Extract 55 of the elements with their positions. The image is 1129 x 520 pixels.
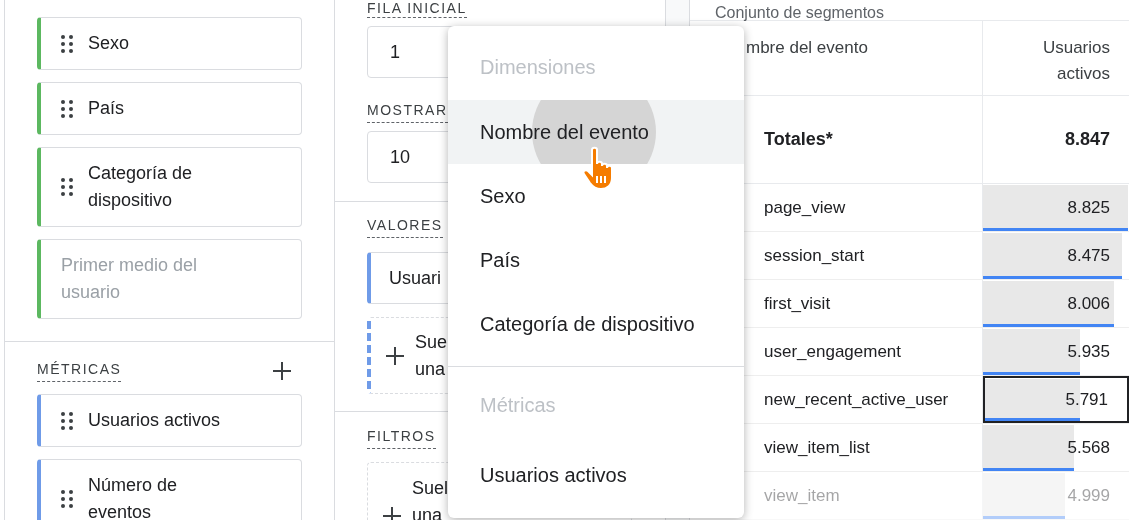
totals-label: Totales*: [764, 128, 833, 151]
table-cell-text: 8.475: [1067, 244, 1110, 267]
section-label: MÉTRICAS: [37, 359, 122, 382]
section-label: FILA INICIAL: [367, 0, 467, 18]
drag-handle-icon[interactable]: [61, 99, 73, 118]
section-label: VALORES: [367, 215, 443, 238]
table-cell-text: 5.935: [1067, 340, 1110, 363]
table-cell-text: page_view: [764, 196, 846, 219]
menu-section-header: Dimensiones: [480, 55, 596, 80]
value-cell[interactable]: 8.475: [983, 232, 1129, 279]
field-chip[interactable]: Usuarios activos: [37, 394, 302, 447]
drag-handle-icon[interactable]: [61, 411, 73, 430]
field-chip[interactable]: País: [37, 82, 302, 135]
menu-item[interactable]: Nombre del evento: [448, 100, 744, 164]
drag-handle-icon[interactable]: [61, 34, 73, 53]
chip-label: País: [88, 97, 126, 120]
value-cell[interactable]: 8.825: [983, 184, 1129, 231]
table-cell-text: 5.568: [1067, 436, 1110, 459]
column-header[interactable]: mbre del evento: [746, 38, 868, 57]
value-cell[interactable]: 8.006: [983, 280, 1129, 327]
value-cell[interactable]: 5.568: [983, 424, 1129, 471]
value-cell[interactable]: 5.935: [983, 328, 1129, 375]
field-chip[interactable]: Número de eventos: [37, 459, 302, 520]
field-chip[interactable]: Categoría de dispositivo: [37, 147, 302, 227]
plus-icon[interactable]: [272, 360, 292, 381]
plus-icon[interactable]: [385, 345, 405, 366]
slot-placeholder: Primer medio del usuario: [61, 254, 199, 304]
segment-header: Conjunto de segmentos: [714, 5, 884, 21]
drop-zone-text: una: [415, 357, 447, 381]
totals-value: 8.847: [1063, 128, 1111, 151]
table-cell-text: 8.825: [1067, 196, 1110, 219]
section-label: FILTROS: [367, 426, 436, 449]
table-cell-text: view_item_list: [764, 436, 870, 459]
chip-label: Categoría de dispositivo: [88, 162, 194, 212]
drop-zone-text: Sue: [415, 330, 448, 354]
value-cell[interactable]: 5.791: [983, 376, 1129, 423]
plus-icon[interactable]: [382, 505, 402, 520]
drag-handle-icon[interactable]: [61, 490, 73, 508]
chip-label: Usuarios activos: [88, 409, 222, 432]
drag-handle-icon[interactable]: [61, 178, 73, 196]
table-cell-text: new_recent_active_user: [764, 388, 949, 411]
table-cell-text: 8.006: [1067, 292, 1110, 315]
table-cell-text: 5.791: [1065, 388, 1108, 411]
column-header[interactable]: Usuarios activos: [1020, 35, 1110, 87]
chip-label: Sexo: [88, 32, 131, 55]
drop-zone-text: Suel: [411, 477, 450, 500]
chip-label: Número de eventos: [88, 474, 179, 520]
field-chip[interactable]: Sexo: [37, 17, 302, 70]
table-cell-text: view_item: [764, 484, 840, 507]
table-cell-text: first_visit: [764, 292, 831, 315]
section-label: MOSTRAR: [367, 100, 448, 123]
table-cell-text: 4.999: [1067, 484, 1110, 507]
table-cell-text: session_start: [764, 244, 865, 267]
table-cell-text: user_engagement: [764, 340, 902, 363]
menu-section-header: Métricas: [480, 393, 556, 418]
